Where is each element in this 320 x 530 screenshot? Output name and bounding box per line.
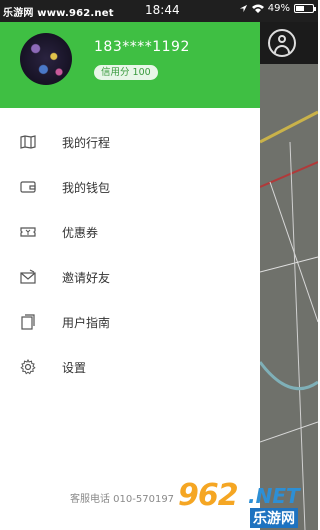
invite-envelope-icon	[20, 269, 36, 284]
user-profile-icon[interactable]	[268, 29, 296, 57]
customer-service-phone[interactable]: 客服电话 010-570197	[70, 490, 174, 505]
menu-item-invite-friends[interactable]: 邀请好友	[0, 257, 260, 297]
credit-score-badge[interactable]: 信用分 100	[94, 65, 158, 80]
map-roads	[260, 64, 318, 530]
logo-number: 962	[178, 478, 239, 513]
wifi-icon	[251, 4, 264, 13]
menu-label: 设置	[62, 361, 87, 375]
status-bar: 乐游网 www.962.net 18:44 49%	[0, 0, 318, 22]
side-drawer: 183****1192 信用分 100 我的行程 我的钱包 优惠券 邀请好友 用…	[0, 22, 260, 530]
wallet-icon	[20, 181, 36, 193]
battery-fill	[296, 6, 304, 11]
logo-suffix: .NET	[248, 484, 300, 508]
menu-label: 邀请好友	[62, 271, 111, 285]
menu-item-user-guide[interactable]: 用户指南	[0, 302, 260, 342]
menu-label: 我的钱包	[62, 181, 111, 195]
menu-item-coupons[interactable]: 优惠券	[0, 212, 260, 252]
menu-item-my-wallet[interactable]: 我的钱包	[0, 167, 260, 207]
ticket-icon	[20, 227, 36, 237]
battery-icon	[294, 4, 316, 13]
avatar[interactable]	[20, 33, 72, 85]
profile-header[interactable]: 183****1192 信用分 100	[0, 22, 260, 108]
menu-label: 我的行程	[62, 136, 111, 150]
map-book-icon	[20, 135, 36, 149]
map-topbar	[260, 22, 318, 64]
gear-icon	[20, 359, 36, 375]
site-logo-watermark: 962 .NET 乐游网	[178, 478, 318, 530]
battery-percentage: 49%	[267, 3, 290, 14]
guide-document-icon	[21, 314, 35, 330]
status-icons: 49%	[239, 3, 316, 14]
menu-label: 优惠券	[62, 226, 99, 240]
location-icon	[239, 4, 247, 13]
clock: 18:44	[145, 3, 180, 17]
user-head-shape	[278, 35, 286, 43]
phone-number: 183****1192	[94, 39, 190, 55]
logo-subtitle: 乐游网	[250, 508, 298, 528]
site-watermark: 乐游网 www.962.net	[3, 8, 114, 19]
map-view[interactable]	[260, 22, 318, 530]
menu-label: 用户指南	[62, 316, 111, 330]
menu-item-my-trips[interactable]: 我的行程	[0, 122, 260, 162]
menu-item-settings[interactable]: 设置	[0, 347, 260, 387]
user-body-shape	[274, 45, 290, 53]
